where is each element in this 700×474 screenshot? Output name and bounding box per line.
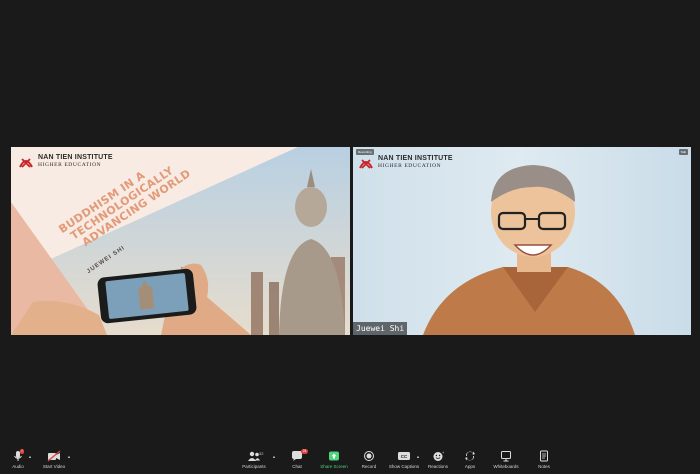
apps-icon bbox=[462, 450, 478, 462]
share-screen-icon bbox=[326, 450, 342, 462]
whiteboard-icon bbox=[498, 450, 514, 462]
chat-button[interactable]: 24 Chat bbox=[277, 449, 317, 474]
record-icon bbox=[361, 450, 377, 462]
svg-text:CC: CC bbox=[401, 454, 408, 459]
lotus-logo-icon bbox=[18, 153, 34, 169]
show-captions-label: Show Captions bbox=[388, 464, 420, 469]
institute-logo: NAN TIEN INSTITUTE HIGHER EDUCATION bbox=[18, 153, 113, 169]
participants-icon: 32 bbox=[246, 450, 264, 462]
start-video-label: Start Video bbox=[42, 464, 66, 469]
meeting-toolbar: ! Audio ▲ Start Video ▲ 32 Participants … bbox=[0, 449, 700, 474]
whiteboards-label: Whiteboards bbox=[493, 464, 519, 469]
participant-video-tile[interactable]: Recording Talk NAN TIEN INSTITUTE HIGHER… bbox=[353, 147, 691, 335]
logo-line-2: HIGHER EDUCATION bbox=[38, 162, 102, 168]
logo-line-1: NAN TIEN INSTITUTE bbox=[38, 154, 113, 161]
audio-alert-badge: ! bbox=[20, 449, 24, 454]
video-options-chevron-icon[interactable]: ▲ bbox=[67, 454, 71, 459]
chat-label: Chat bbox=[292, 464, 302, 469]
participants-button[interactable]: 32 Participants bbox=[234, 450, 274, 474]
record-label: Record bbox=[361, 464, 377, 469]
participants-options-chevron-icon[interactable]: ▲ bbox=[272, 454, 276, 459]
chat-unread-badge: 24 bbox=[301, 449, 308, 454]
participant-video bbox=[423, 165, 635, 335]
audio-options-chevron-icon[interactable]: ▲ bbox=[28, 454, 32, 459]
notes-icon bbox=[536, 450, 552, 462]
apps-button[interactable]: Apps bbox=[450, 450, 490, 474]
audio-button[interactable]: ! Audio bbox=[0, 449, 38, 474]
video-camera-off-icon bbox=[46, 450, 62, 462]
notes-button[interactable]: Notes bbox=[524, 450, 564, 474]
institute-logo-camera: NAN TIEN INSTITUTE HIGHER EDUCATION bbox=[358, 154, 453, 170]
participants-count: 32 bbox=[259, 451, 264, 456]
whiteboards-button[interactable]: Whiteboards bbox=[486, 450, 526, 474]
reaction-emoji-icon: + bbox=[430, 450, 446, 462]
notes-label: Notes bbox=[538, 464, 550, 469]
participants-label: Participants bbox=[242, 464, 266, 469]
record-button[interactable]: Record bbox=[349, 450, 389, 474]
audio-label: Audio bbox=[12, 464, 24, 469]
participant-name-label: Juewei Shi bbox=[353, 322, 408, 335]
captions-icon: CC bbox=[396, 450, 412, 462]
logo-line-1: NAN TIEN INSTITUTE bbox=[378, 155, 453, 162]
chat-bubble-icon: 24 bbox=[289, 449, 308, 462]
lotus-logo-icon bbox=[358, 154, 374, 170]
apps-label: Apps bbox=[464, 464, 476, 469]
svg-text:+: + bbox=[442, 450, 444, 456]
share-screen-button[interactable]: Share Screen bbox=[314, 450, 354, 474]
microphone-icon: ! bbox=[10, 449, 26, 462]
logo-line-2: HIGHER EDUCATION bbox=[378, 163, 442, 169]
corner-badge: Talk bbox=[678, 149, 688, 155]
reactions-label: Reactions bbox=[427, 464, 448, 469]
share-screen-label: Share Screen bbox=[320, 464, 348, 469]
